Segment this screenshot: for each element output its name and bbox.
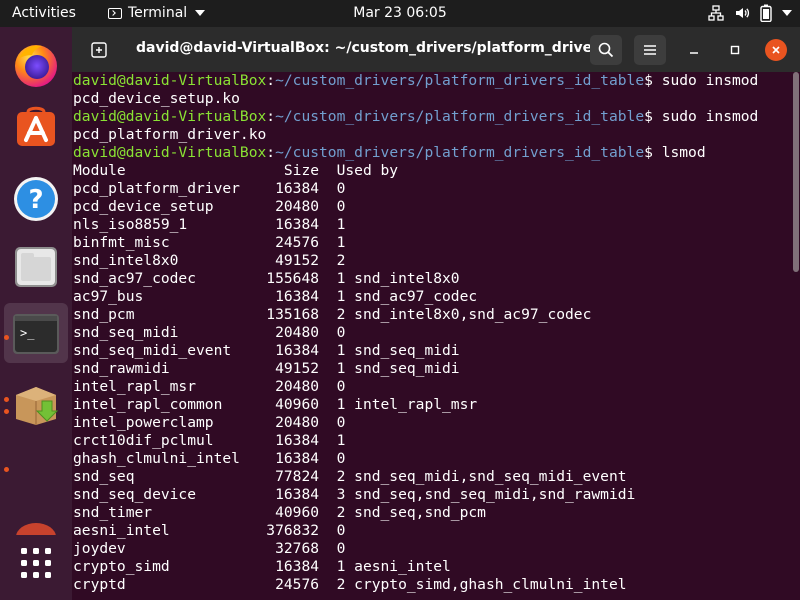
lsmod-row: aesni_intel 376832 0 — [73, 522, 346, 539]
top-bar: Activities Terminal Mar 23 06:05 — [0, 0, 800, 27]
dock-software-center[interactable] — [0, 97, 72, 157]
app-menu-label: Terminal — [128, 5, 188, 21]
command-continuation: pcd_platform_driver.ko — [73, 126, 267, 143]
close-button[interactable] — [765, 39, 787, 61]
dock-firefox[interactable] — [0, 33, 72, 93]
lsmod-row: snd_timer 40960 2 snd_seq,snd_pcm — [73, 504, 486, 521]
battery-icon — [760, 4, 772, 22]
maximize-icon — [730, 45, 740, 55]
running-indicator — [4, 409, 9, 414]
lsmod-row: joydev 32768 0 — [73, 540, 346, 557]
running-indicator — [4, 467, 9, 472]
lsmod-row: nls_iso8859_1 16384 1 — [73, 216, 346, 233]
prompt-user: david@david-VirtualBox — [73, 72, 267, 89]
terminal-output[interactable]: david@david-VirtualBox:~/custom_drivers/… — [72, 72, 793, 600]
lsmod-row: snd_seq_midi 20480 0 — [73, 324, 346, 341]
lsmod-table: pcd_platform_driver 16384 0 pcd_device_se… — [73, 180, 793, 594]
lsmod-row: intel_rapl_msr 20480 0 — [73, 378, 346, 395]
help-icon: ? — [14, 177, 58, 221]
volume-icon — [734, 5, 750, 21]
command-continuation: pcd_device_setup.ko — [73, 90, 240, 107]
software-center-icon — [17, 106, 55, 146]
svg-text:>_: >_ — [20, 326, 35, 340]
terminal-header-bar: david@david-VirtualBox: ~/custom_drivers… — [72, 27, 800, 72]
dock-install-package[interactable] — [0, 373, 72, 433]
app-grid-icon — [21, 548, 51, 578]
install-package-icon — [16, 387, 59, 425]
lsmod-row: snd_seq_device 16384 3 snd_seq,snd_seq_m… — [73, 486, 636, 503]
prompt-line: david@david-VirtualBox:~/custom_drivers/… — [73, 144, 706, 161]
chevron-down-icon — [195, 10, 206, 16]
network-icon — [708, 5, 724, 21]
window-title: david@david-VirtualBox: ~/custom_drivers… — [136, 40, 596, 56]
dock-show-apps[interactable] — [0, 535, 72, 595]
search-icon — [598, 42, 614, 58]
minimize-icon — [690, 52, 698, 54]
files-icon — [15, 247, 57, 287]
new-tab-button[interactable] — [84, 36, 114, 64]
running-indicator — [4, 397, 9, 402]
clock[interactable]: Mar 23 06:05 — [353, 5, 446, 21]
prompt-path: ~/custom_drivers/platform_drivers_id_tab… — [275, 72, 645, 89]
lsmod-row: pcd_platform_driver 16384 0 — [73, 180, 346, 197]
prompt-user: david@david-VirtualBox — [73, 108, 267, 125]
svg-text:?: ? — [28, 185, 43, 215]
lsmod-row: snd_intel8x0 49152 2 — [73, 252, 346, 269]
prompt-path: ~/custom_drivers/platform_drivers_id_tab… — [275, 108, 645, 125]
dock-terminal[interactable]: >_ — [4, 303, 68, 363]
maximize-button[interactable] — [724, 39, 746, 61]
system-tray[interactable] — [708, 3, 792, 23]
lsmod-row: snd_seq 77824 2 snd_seq_midi,snd_seq_mid… — [73, 468, 627, 485]
activities-button[interactable]: Activities — [12, 5, 76, 21]
terminal-small-icon — [108, 7, 122, 19]
app-menu[interactable]: Terminal — [108, 5, 206, 21]
prompt-user: david@david-VirtualBox — [73, 144, 267, 161]
lsmod-row: ghash_clmulni_intel 16384 0 — [73, 450, 346, 467]
lsmod-row: binfmt_misc 24576 1 — [73, 234, 346, 251]
lsmod-row: crypto_simd 16384 1 aesni_intel — [73, 558, 451, 575]
hamburger-menu-icon — [644, 45, 656, 55]
new-tab-icon — [91, 42, 107, 58]
prompt-line: david@david-VirtualBox:~/custom_drivers/… — [73, 108, 759, 125]
lsmod-row: intel_powerclamp 20480 0 — [73, 414, 346, 431]
dock-files[interactable] — [0, 237, 72, 297]
minimize-button[interactable] — [683, 39, 705, 61]
command-text: $ lsmod — [644, 144, 706, 161]
power-menu-chevron-icon — [782, 9, 792, 17]
close-icon — [772, 46, 780, 54]
prompt-line: david@david-VirtualBox:~/custom_drivers/… — [73, 72, 759, 89]
lsmod-row: ac97_bus 16384 1 snd_ac97_codec — [73, 288, 478, 305]
lsmod-row: cryptd 24576 2 crypto_simd,ghash_clmulni… — [73, 576, 627, 593]
firefox-icon — [15, 45, 57, 87]
hamburger-menu-button[interactable] — [634, 35, 666, 65]
lsmod-row: snd_ac97_codec 155648 1 snd_intel8x0 — [73, 270, 460, 287]
lsmod-header: Module Size Used by — [73, 162, 399, 179]
lsmod-row: snd_rawmidi 49152 1 snd_seq_midi — [73, 360, 460, 377]
lsmod-row: crct10dif_pclmul 16384 1 — [73, 432, 346, 449]
lsmod-row: snd_pcm 135168 2 snd_intel8x0,snd_ac97_c… — [73, 306, 592, 323]
dock-partial-app[interactable] — [0, 507, 72, 535]
prompt-path: ~/custom_drivers/platform_drivers_id_tab… — [275, 144, 645, 161]
lsmod-row: snd_seq_midi_event 16384 1 snd_seq_midi — [73, 342, 460, 359]
running-indicator — [4, 335, 9, 340]
dock: ? >_ — [0, 27, 72, 600]
dock-help[interactable]: ? — [0, 169, 72, 229]
lsmod-row: pcd_device_setup 20480 0 — [73, 198, 346, 215]
search-button[interactable] — [590, 35, 622, 65]
command-text: $ sudo insmod — [644, 108, 759, 125]
command-text: $ sudo insmod — [644, 72, 759, 89]
partial-app-icon — [16, 523, 56, 535]
scrollbar-thumb[interactable] — [793, 72, 799, 272]
lsmod-row: intel_rapl_common 40960 1 intel_rapl_msr — [73, 396, 478, 413]
terminal-icon: >_ — [13, 314, 59, 354]
